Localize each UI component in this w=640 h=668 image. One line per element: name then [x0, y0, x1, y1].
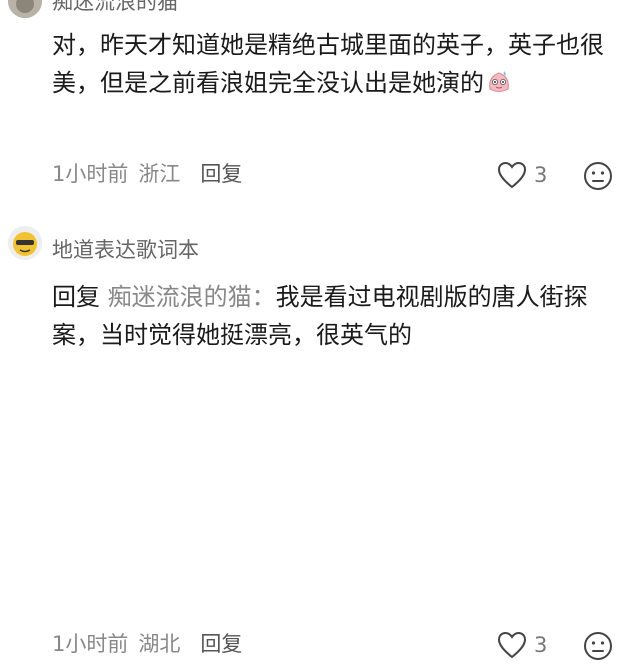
- comment-location: 湖北: [138, 632, 181, 656]
- avatar-image: [8, 0, 42, 18]
- comment-text: 回复 痴迷流浪的猫：我是看过电视剧版的唐人街探案，当时觉得她挺漂亮，很英气的: [52, 278, 626, 354]
- reply-target-username[interactable]: 痴迷流浪的猫：: [108, 283, 276, 311]
- comment-item: 地道表达歌词本 回复 痴迷流浪的猫：我是看过电视剧版的唐人街探案，当时觉得她挺漂…: [0, 222, 640, 660]
- comment-time: 1小时前: [52, 162, 129, 186]
- avatar-image: [8, 226, 42, 260]
- blushing-emoji-icon: [484, 67, 514, 97]
- like-button[interactable]: 3: [496, 630, 547, 660]
- heart-outline-icon: [497, 161, 527, 189]
- comment-text-content: 对，昨天才知道她是精绝古城里面的英子，英子也很美，但是之前看浪姐完全没认出是她演…: [52, 31, 604, 97]
- comment-item: 痴迷流浪的猫 对，昨天才知道她是精绝古城里面的英子，英子也很美，但是之前看浪姐完…: [0, 0, 640, 205]
- comment-time: 1小时前: [52, 632, 129, 656]
- reply-button[interactable]: 回复: [200, 628, 242, 658]
- like-count: 3: [534, 163, 548, 187]
- comment-location: 浙江: [138, 162, 181, 186]
- neutral-face-icon[interactable]: [582, 160, 614, 192]
- like-button[interactable]: 3: [496, 160, 547, 190]
- comment-username[interactable]: 痴迷流浪的猫: [52, 0, 178, 16]
- comment-text: 对，昨天才知道她是精绝古城里面的英子，英子也很美，但是之前看浪姐完全没认出是她演…: [52, 26, 626, 102]
- avatar[interactable]: [8, 226, 42, 260]
- avatar[interactable]: [8, 0, 42, 18]
- comment-username[interactable]: 地道表达歌词本: [52, 234, 199, 264]
- comment-meta: 1小时前 湖北 回复 3: [52, 628, 624, 668]
- neutral-face-icon[interactable]: [582, 630, 614, 662]
- reply-prefix: 回复: [52, 283, 100, 311]
- like-count: 3: [534, 633, 548, 657]
- reply-button[interactable]: 回复: [200, 158, 242, 188]
- heart-outline-icon: [497, 631, 527, 659]
- comment-meta: 1小时前 浙江 回复 3: [52, 158, 624, 198]
